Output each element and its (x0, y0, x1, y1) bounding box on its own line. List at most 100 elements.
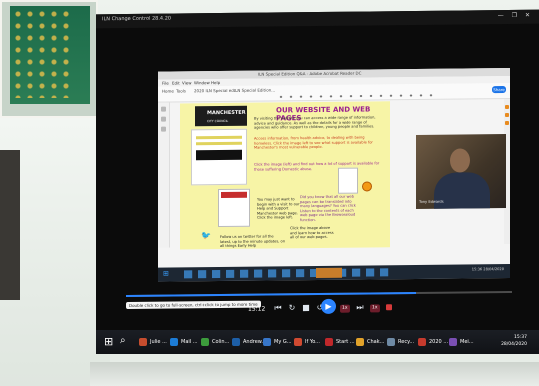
replay-icon[interactable]: ↻ (286, 303, 298, 313)
app-icon (263, 338, 271, 346)
tab-home[interactable]: Home (162, 89, 174, 94)
app-label: Chak... (367, 339, 385, 345)
app-icon (139, 338, 147, 346)
app-label: Start ... (336, 339, 355, 345)
menu-edit[interactable]: Edit (172, 80, 180, 85)
left-navigation-rail (158, 102, 170, 248)
app-icon (294, 338, 302, 346)
app-icon (232, 338, 240, 346)
app-label: If Yo... (305, 339, 320, 345)
logo-line-1: MANCHESTER (207, 109, 246, 117)
tool-icon[interactable] (505, 112, 509, 118)
app-label: Julie ... (150, 339, 167, 345)
window-controls[interactable]: — ❐ ✕ (498, 12, 533, 19)
play-button[interactable]: ▶ (321, 298, 336, 314)
app-label: Recy... (398, 339, 415, 345)
browsealoud-icon[interactable] (362, 181, 372, 192)
thumbnail-stripe (196, 135, 242, 140)
scrubber-tooltip: Double click to go to full-screen, ctrl+… (126, 300, 261, 310)
logo-line-2: CITY COUNCIL (207, 118, 229, 124)
reader-title: ILN Special Edition Q&A - Adobe Acrobat … (258, 70, 362, 77)
playback-time: 15:12 (248, 305, 266, 313)
taskbar-app[interactable]: If Yo... (293, 334, 320, 350)
council-logo: MANCHESTER CITY COUNCIL (195, 105, 247, 127)
paragraph-domestic-abuse: Click the image (left) and find out how … (254, 161, 380, 172)
pages-icon[interactable] (161, 116, 166, 122)
taskbar-app[interactable]: Chak... (355, 334, 384, 350)
tab-tools[interactable]: Tools (176, 88, 186, 93)
app-label: Mail ... (181, 339, 198, 345)
reader-toolbar: Home Tools 2020 ILN Special ed... ILN Sp… (158, 82, 510, 103)
thumbnail-banner (196, 149, 242, 161)
app-label: 2020 ... (429, 339, 449, 345)
app-icon (201, 338, 209, 346)
desk-surface (90, 362, 539, 386)
app-label: Mei... (460, 339, 474, 345)
skip-forward-icon[interactable]: ⏭ (354, 302, 366, 312)
recorded-screen: ILN Special Edition Q&A - Adobe Acrobat … (158, 67, 510, 282)
recorded-clock: 15:36 28/04/2020 (471, 267, 504, 272)
webcam-tile: Tony Edwards (416, 134, 506, 209)
help-support-thumbnail[interactable] (218, 188, 250, 228)
picture-frame (0, 150, 20, 300)
desktop-icons (12, 8, 72, 98)
windows-start-icon: ⊞ (163, 269, 169, 278)
taskbar-app[interactable]: Colin... (200, 334, 229, 350)
app-icon (170, 338, 178, 346)
taskbar-app[interactable]: Mei... (448, 334, 474, 350)
menu-view[interactable]: View (182, 80, 192, 85)
app-icon (356, 338, 364, 346)
attachment-icon[interactable] (161, 126, 166, 132)
recorded-taskbar-apps (184, 268, 394, 279)
website-thumbnail[interactable] (191, 128, 247, 186)
video-player-window: ILN Change Control 28.4.20 — ❐ ✕ ILN Spe… (96, 9, 539, 347)
menu-window[interactable]: Window (194, 80, 210, 85)
paragraph-health: Access information, from health advice, … (254, 135, 373, 150)
system-clock[interactable]: 15:37 28/04/2020 (501, 334, 527, 348)
skip-back-icon[interactable]: ⏮ (272, 303, 284, 313)
taskbar-app[interactable]: Mail ... (169, 334, 198, 350)
taskbar-app[interactable]: 2020 ... (417, 334, 448, 350)
secondary-monitor (0, 0, 98, 118)
share-button[interactable]: Share (492, 86, 506, 94)
pdf-page: MANCHESTER CITY COUNCIL OUR WEBSITE AND … (180, 101, 390, 250)
app-icon (325, 338, 333, 346)
paragraph-web-pages: Click the image above and learn how to a… (290, 225, 334, 240)
clock-date: 28/04/2020 (501, 342, 527, 347)
taskbar-app[interactable]: Andrew... (231, 334, 266, 350)
taskbar-app[interactable]: Recy... (386, 334, 414, 350)
app-label: Colin... (212, 339, 230, 345)
recorded-active-app (316, 267, 342, 279)
paragraph-translation: Did you know that all our web pages can … (300, 194, 356, 223)
tab-document-1[interactable]: 2020 ILN Special ed... (194, 88, 238, 93)
app-icon (449, 338, 457, 346)
taskbar-app[interactable]: Start ... (324, 334, 355, 350)
volume-icon[interactable] (386, 304, 392, 311)
playback-controls: ⏮ ↻ ■ ↺ 1x ⏭ 1x (272, 299, 422, 317)
search-icon[interactable]: ⌕ (120, 336, 126, 346)
menu-file[interactable]: File (162, 81, 169, 86)
windows-taskbar: ⊞ ⌕ 15:37 28/04/2020 Julie ... Mail ... Co… (96, 330, 539, 354)
app-icon (387, 338, 395, 346)
stop-icon[interactable]: ■ (300, 303, 312, 313)
speed-button[interactable]: 1x (340, 304, 350, 313)
start-icon[interactable]: ⊞ (104, 336, 113, 347)
paragraph-twitter: Follow us on twitter for all the latest,… (220, 234, 285, 249)
taskbar-app[interactable]: Julie ... (138, 334, 167, 350)
twitter-icon[interactable]: 🐦 (201, 231, 211, 240)
window-title: ILN Change Control 28.4.20 (102, 15, 172, 23)
tab-document-2[interactable]: ILN Special Edition... (234, 87, 275, 92)
tool-icon[interactable] (505, 120, 509, 126)
taskbar-app[interactable]: My G... (262, 334, 292, 350)
playback-scrubber[interactable] (126, 290, 512, 298)
bookmark-icon[interactable] (161, 106, 166, 112)
app-icon (418, 338, 426, 346)
toolbar-icons[interactable] (276, 92, 436, 100)
presenter-head (450, 148, 470, 173)
rate-button[interactable]: 1x (370, 304, 380, 313)
translation-thumbnail[interactable] (338, 167, 358, 194)
tool-icon[interactable] (505, 104, 509, 110)
menu-help[interactable]: Help (211, 80, 220, 85)
clock-time: 15:37 (514, 335, 527, 340)
thumbnail-stripe (196, 141, 242, 146)
